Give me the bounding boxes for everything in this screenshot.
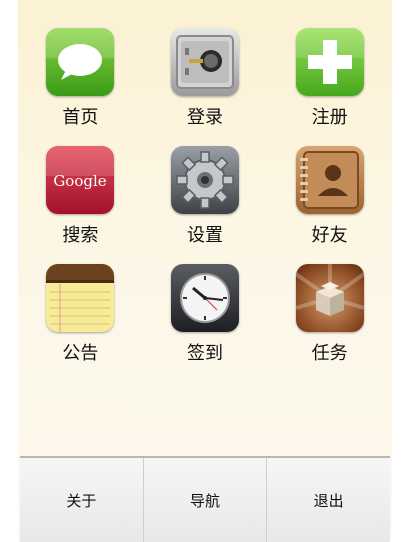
notepad-icon [46,264,115,332]
menu-item-search[interactable]: Google 搜索 [18,146,143,247]
bottom-menu-bar: 关于 导航 退出 [20,456,390,542]
menu-item-label: 任务 [311,343,348,364]
menu-item-settings[interactable]: 设置 [143,146,268,247]
menu-item-login[interactable]: 登录 [143,28,268,129]
right-margin [392,0,408,540]
clock-icon [170,264,239,332]
contacts-book-icon [295,146,364,214]
menu-item-label: 首页 [62,107,99,128]
menu-item-tasks[interactable]: 任务 [267,264,392,365]
gear-icon [170,146,239,214]
menu-item-label: 公告 [62,343,99,364]
left-margin [0,0,18,540]
safe-lock-icon [170,28,239,96]
menu-item-register[interactable]: 注册 [267,28,392,129]
about-button[interactable]: 关于 [20,458,144,542]
message-bubble-icon [46,28,115,96]
menu-item-label: 注册 [311,107,348,128]
navigate-button[interactable]: 导航 [144,458,268,542]
menu-item-checkin[interactable]: 签到 [143,264,268,365]
google-icon: Google [46,146,115,214]
menu-item-label: 签到 [186,343,223,364]
exit-button[interactable]: 退出 [267,458,390,542]
menu-grid: 首页 登录 注册 Google 搜索 设置 好友 公告 签到 任务 [18,28,392,365]
plus-icon [295,28,364,96]
menu-item-friends[interactable]: 好友 [267,146,392,247]
menu-item-label: 搜索 [62,225,99,246]
menu-item-notice[interactable]: 公告 [18,264,143,365]
package-box-icon [295,264,364,332]
google-icon-text: Google [54,172,107,190]
menu-item-home[interactable]: 首页 [18,28,143,129]
menu-item-label: 好友 [311,225,348,246]
menu-item-label: 登录 [186,107,223,128]
menu-item-label: 设置 [186,225,223,246]
